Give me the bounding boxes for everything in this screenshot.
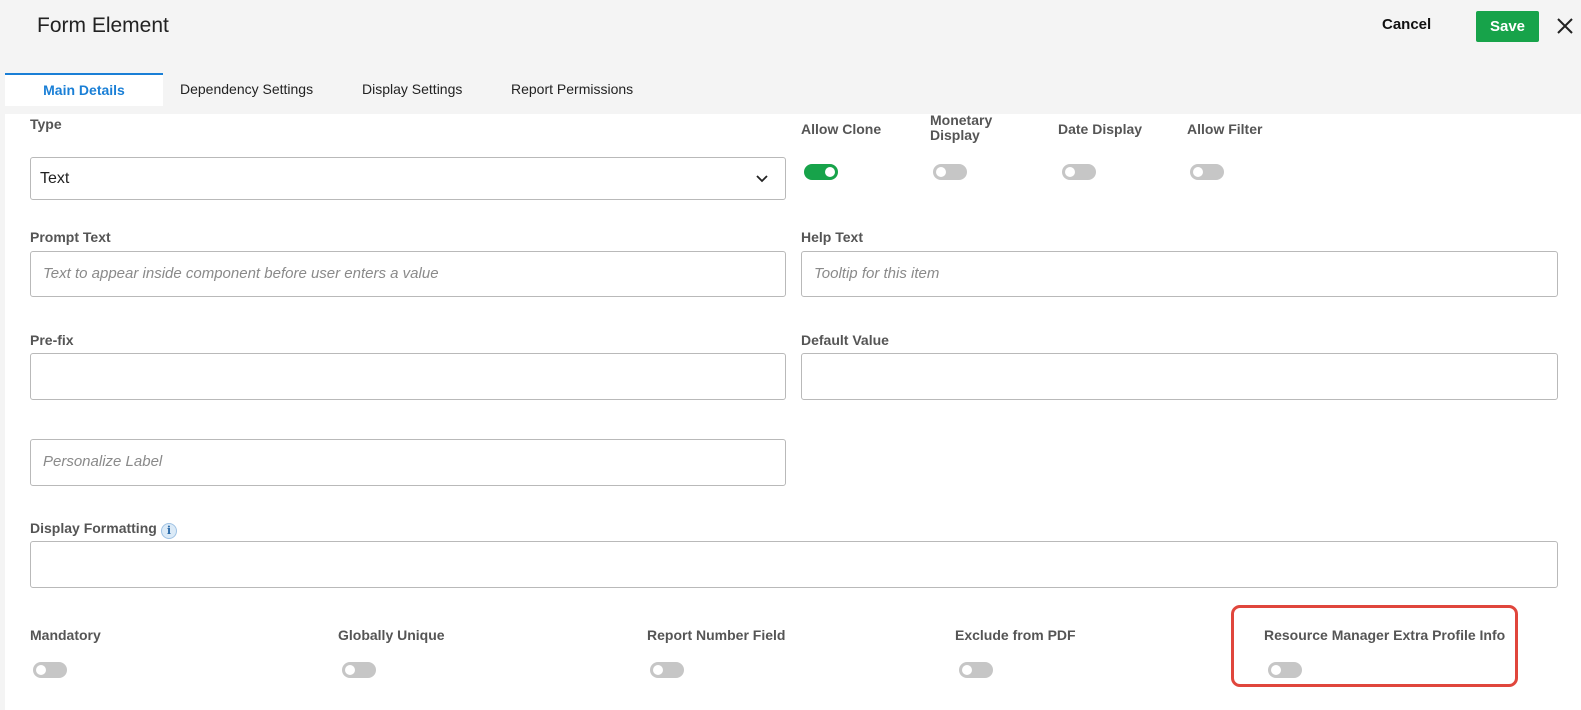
prompt-text-label: Prompt Text bbox=[30, 229, 111, 245]
info-icon[interactable]: i bbox=[161, 523, 177, 539]
personalize-label-input[interactable]: Personalize Label bbox=[30, 439, 786, 486]
exclude-from-pdf-label: Exclude from PDF bbox=[955, 627, 1076, 643]
tab-report-permissions[interactable]: Report Permissions bbox=[511, 73, 633, 106]
allow-clone-toggle[interactable] bbox=[804, 164, 838, 180]
exclude-from-pdf-toggle[interactable] bbox=[959, 662, 993, 678]
toggle-knob bbox=[36, 665, 46, 675]
type-select[interactable]: Text bbox=[30, 157, 786, 200]
allow-filter-label: Allow Filter bbox=[1187, 121, 1263, 137]
main-details-panel: Type Text Allow Clone Monetary Display D… bbox=[5, 112, 1581, 710]
date-display-label: Date Display bbox=[1058, 121, 1143, 137]
tab-main-details[interactable]: Main Details bbox=[5, 73, 163, 106]
toggle-knob bbox=[1065, 167, 1075, 177]
date-display-toggle[interactable] bbox=[1062, 164, 1096, 180]
help-text-label: Help Text bbox=[801, 229, 863, 245]
help-text-placeholder: Tooltip for this item bbox=[814, 265, 940, 282]
display-formatting-input[interactable] bbox=[30, 541, 1558, 588]
type-select-value: Text bbox=[40, 170, 70, 187]
toggle-knob bbox=[962, 665, 972, 675]
default-value-input[interactable] bbox=[801, 353, 1558, 400]
mandatory-toggle[interactable] bbox=[33, 662, 67, 678]
dialog-title: Form Element bbox=[37, 14, 169, 37]
prompt-text-input[interactable]: Text to appear inside component before u… bbox=[30, 251, 786, 297]
help-text-input[interactable]: Tooltip for this item bbox=[801, 251, 1558, 297]
report-number-field-label: Report Number Field bbox=[647, 627, 786, 643]
tab-display-settings[interactable]: Display Settings bbox=[362, 73, 462, 106]
tab-dependency-settings[interactable]: Dependency Settings bbox=[180, 73, 313, 106]
dialog-header: Form Element Cancel Save bbox=[0, 0, 1581, 60]
cancel-button[interactable]: Cancel bbox=[1382, 16, 1431, 33]
allow-filter-toggle[interactable] bbox=[1190, 164, 1224, 180]
globally-unique-label: Globally Unique bbox=[338, 627, 445, 643]
toggle-knob bbox=[936, 167, 946, 177]
resource-manager-extra-profile-info-toggle[interactable] bbox=[1268, 662, 1302, 678]
globally-unique-toggle[interactable] bbox=[342, 662, 376, 678]
toggle-knob bbox=[345, 665, 355, 675]
chevron-down-icon bbox=[755, 172, 769, 191]
display-formatting-label: Display Formatting bbox=[30, 520, 157, 536]
prefix-label: Pre-fix bbox=[30, 332, 74, 348]
toggle-knob bbox=[1193, 167, 1203, 177]
save-button[interactable]: Save bbox=[1476, 11, 1539, 42]
toggle-knob bbox=[653, 665, 663, 675]
toggle-knob bbox=[825, 167, 835, 177]
resource-manager-extra-profile-info-label: Resource Manager Extra Profile Info bbox=[1264, 627, 1506, 643]
allow-clone-label: Allow Clone bbox=[801, 121, 882, 137]
monetary-display-label: Monetary Display bbox=[930, 112, 993, 143]
default-value-label: Default Value bbox=[801, 332, 889, 348]
monetary-display-toggle[interactable] bbox=[933, 164, 967, 180]
toggle-knob bbox=[1271, 665, 1281, 675]
prompt-text-placeholder: Text to appear inside component before u… bbox=[43, 265, 439, 282]
close-icon[interactable] bbox=[1555, 16, 1575, 36]
mandatory-label: Mandatory bbox=[30, 627, 101, 643]
report-number-field-toggle[interactable] bbox=[650, 662, 684, 678]
type-label: Type bbox=[30, 116, 62, 132]
personalize-label-placeholder: Personalize Label bbox=[43, 453, 163, 470]
prefix-input[interactable] bbox=[30, 353, 786, 400]
